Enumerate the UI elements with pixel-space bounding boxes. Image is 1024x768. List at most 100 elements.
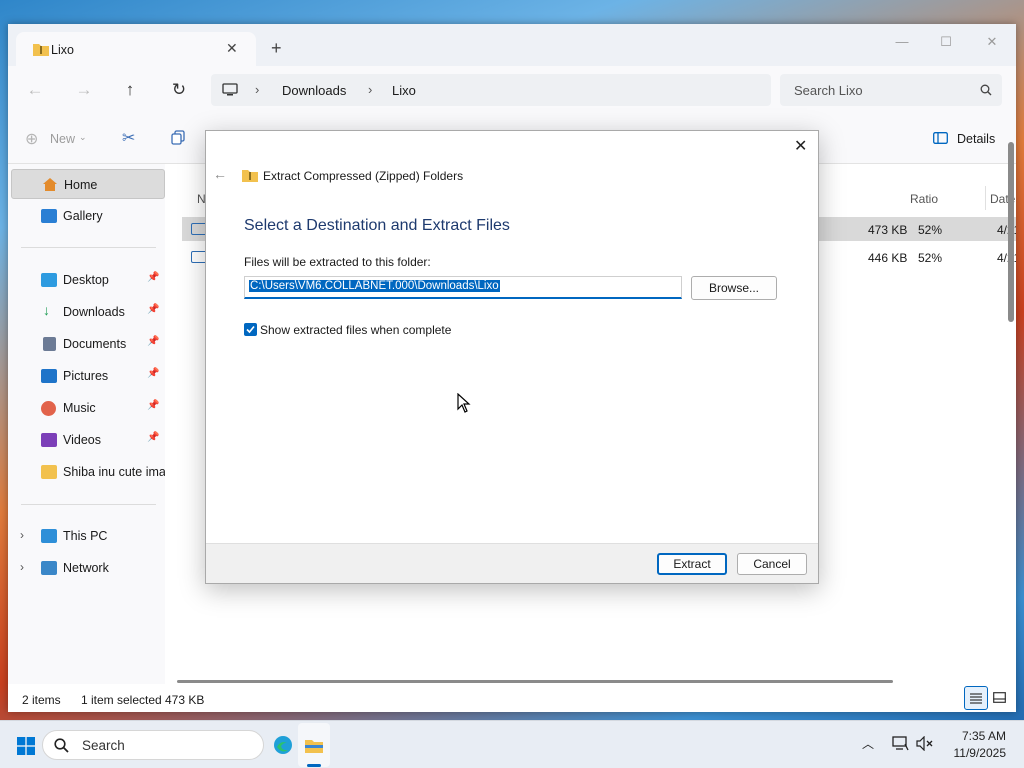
- sidebar-item-music[interactable]: Music 📌: [11, 393, 165, 423]
- sidebar-item-label: Network: [63, 561, 109, 575]
- sidebar-item-shiba-folder[interactable]: Shiba inu cute imag: [11, 457, 167, 487]
- clock-time[interactable]: 7:35 AM: [958, 729, 1006, 743]
- mouse-cursor-icon: [457, 393, 471, 413]
- new-tab-button[interactable]: +: [271, 38, 282, 59]
- minimize-button[interactable]: —: [880, 32, 924, 52]
- breadcrumb-separator-icon: ›: [368, 82, 373, 97]
- details-view-button[interactable]: [964, 686, 988, 710]
- sidebar-item-label: Pictures: [63, 369, 109, 383]
- browse-button[interactable]: Browse...: [691, 276, 777, 300]
- dialog-close-button[interactable]: ✕: [794, 136, 807, 156]
- tiles-view-button[interactable]: [993, 692, 1006, 703]
- chevron-right-icon[interactable]: ›: [20, 528, 24, 542]
- videos-icon: [41, 433, 57, 447]
- extract-button[interactable]: Extract: [657, 553, 727, 575]
- status-selection: 1 item selected: [81, 693, 162, 707]
- chevron-up-icon[interactable]: ︿: [862, 735, 874, 752]
- status-bar: 2 items 1 item selected 473 KB: [8, 684, 1016, 712]
- windows-start-icon[interactable]: [17, 737, 35, 755]
- horizontal-scrollbar[interactable]: [177, 680, 893, 683]
- copy-icon[interactable]: [171, 130, 186, 145]
- new-button[interactable]: New: [50, 132, 75, 146]
- taskbar: Search ︿ 7:35 AM 11/9/2025: [0, 720, 1024, 768]
- details-button[interactable]: Details: [957, 132, 995, 146]
- taskbar-explorer-app[interactable]: [298, 723, 330, 767]
- sidebar-item-label: Documents: [63, 337, 127, 351]
- sidebar-item-gallery[interactable]: Gallery: [11, 201, 165, 231]
- network-icon: [41, 561, 57, 575]
- computer-icon: [222, 83, 238, 96]
- sidebar-item-label: Home: [64, 178, 98, 192]
- cancel-button[interactable]: Cancel: [737, 553, 807, 575]
- chevron-down-icon: ⌄: [79, 132, 87, 142]
- search-icon: [54, 738, 69, 753]
- sidebar-item-downloads[interactable]: ↓ Downloads 📌: [11, 297, 165, 327]
- dialog-back-button[interactable]: ←: [213, 166, 227, 182]
- search-input[interactable]: Search Lixo: [794, 83, 863, 98]
- maximize-button[interactable]: ☐: [924, 32, 968, 52]
- breadcrumb-downloads[interactable]: Downloads: [282, 83, 346, 98]
- refresh-button[interactable]: ↻: [165, 76, 193, 104]
- sidebar-item-label: This PC: [63, 529, 108, 543]
- edge-browser-icon[interactable]: [273, 735, 293, 755]
- taskbar-search-label: Search: [82, 738, 125, 753]
- sidebar-item-network[interactable]: › Network: [11, 553, 165, 583]
- sidebar-item-desktop[interactable]: Desktop 📌: [11, 265, 165, 295]
- pin-icon: 📌: [147, 368, 160, 379]
- breadcrumb-lixo[interactable]: Lixo: [392, 83, 416, 98]
- sidebar-item-label: Desktop: [63, 273, 109, 287]
- search-box[interactable]: Search Lixo: [780, 74, 1002, 106]
- status-item-count: 2 items: [22, 693, 61, 707]
- row-size: 446 KB: [868, 251, 908, 265]
- sidebar-item-home[interactable]: Home: [11, 169, 165, 199]
- dialog-heading: Select a Destination and Extract Files: [244, 217, 510, 234]
- documents-icon: [43, 337, 56, 351]
- navigation-pane: Home Gallery Desktop 📌 ↓ Downloads 📌 Doc…: [8, 164, 167, 684]
- clock-date[interactable]: 11/9/2025: [948, 746, 1007, 760]
- row-ratio: 52%: [918, 223, 943, 237]
- divider: [21, 247, 156, 248]
- destination-label: Files will be extracted to this folder:: [244, 255, 431, 269]
- back-button[interactable]: ←: [21, 76, 49, 104]
- active-app-indicator: [307, 764, 321, 767]
- close-window-button[interactable]: ✕: [970, 32, 1014, 52]
- taskbar-search-box[interactable]: Search: [42, 730, 264, 760]
- destination-path-value: C:\Users\VM6.COLLABNET.000\Downloads\Lix…: [249, 280, 500, 292]
- details-pane-icon: [933, 132, 948, 144]
- desktop-icon: [41, 273, 57, 287]
- pin-icon: 📌: [147, 272, 160, 283]
- zip-folder-icon: [242, 170, 258, 182]
- chevron-right-icon[interactable]: ›: [20, 560, 24, 574]
- sidebar-item-videos[interactable]: Videos 📌: [11, 425, 165, 455]
- sidebar-item-this-pc[interactable]: › This PC: [11, 521, 165, 551]
- close-tab-icon[interactable]: ✕: [226, 40, 238, 57]
- address-bar[interactable]: › Downloads › Lixo: [211, 74, 771, 106]
- sidebar-item-label: Videos: [63, 433, 101, 447]
- network-status-icon[interactable]: [892, 736, 909, 751]
- pin-icon: 📌: [147, 400, 160, 411]
- forward-button[interactable]: →: [70, 76, 98, 104]
- sidebar-item-label: Shiba inu cute imag: [63, 465, 167, 479]
- column-header-ratio[interactable]: Ratio: [910, 192, 938, 206]
- cut-icon[interactable]: ✂: [122, 128, 135, 148]
- show-files-checkbox[interactable]: [244, 323, 257, 336]
- pin-icon: 📌: [147, 336, 160, 347]
- sidebar-item-documents[interactable]: Documents 📌: [11, 329, 165, 359]
- sidebar-item-label: Gallery: [63, 209, 103, 223]
- gallery-icon: [41, 209, 57, 223]
- extract-dialog: ✕ ← Extract Compressed (Zipped) Folders …: [205, 130, 819, 584]
- divider: [21, 504, 156, 505]
- destination-path-field[interactable]: C:\Users\VM6.COLLABNET.000\Downloads\Lix…: [244, 276, 682, 299]
- computer-icon: [41, 529, 57, 543]
- checkmark-icon: [246, 325, 255, 334]
- vertical-scrollbar[interactable]: [1008, 142, 1014, 322]
- sidebar-item-pictures[interactable]: Pictures 📌: [11, 361, 165, 391]
- sidebar-item-label: Downloads: [63, 305, 125, 319]
- list-icon: [970, 693, 982, 704]
- show-files-label[interactable]: Show extracted files when complete: [260, 323, 451, 337]
- folder-icon: [41, 465, 57, 479]
- search-icon: [980, 84, 992, 96]
- up-button[interactable]: ↑: [116, 76, 144, 104]
- volume-muted-icon[interactable]: [916, 736, 933, 751]
- pin-icon: 📌: [147, 432, 160, 443]
